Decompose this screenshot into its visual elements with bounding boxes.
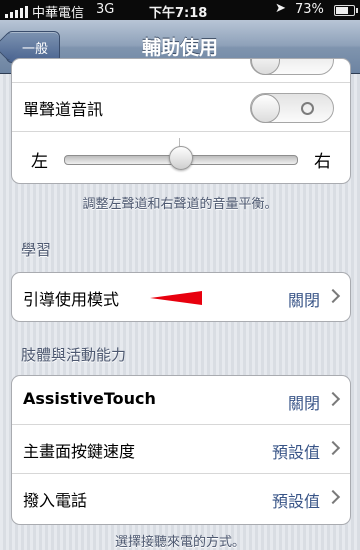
battery-percent: 73% — [295, 2, 324, 17]
red-pointer-annotation — [150, 291, 202, 305]
assistive-touch-row[interactable]: AssistiveTouch 關閉 — [12, 376, 350, 424]
guided-access-label: 引導使用模式 — [23, 290, 120, 309]
toggle-knob — [251, 94, 280, 123]
home-click-speed-label: 主畫面按鍵速度 — [23, 442, 136, 461]
scrolled-offscreen-row — [12, 59, 350, 82]
signal-strength-icon — [5, 6, 28, 18]
guided-access-value: 關閉 — [287, 291, 320, 310]
carrier-name: 中華電信 — [32, 6, 85, 21]
balance-left-label: 左 — [31, 152, 48, 172]
balance-right-label: 右 — [314, 152, 331, 172]
chevron-right-icon — [325, 288, 341, 304]
chevron-right-icon — [325, 489, 341, 505]
network-type: 3G — [96, 2, 115, 17]
physical-motor-group: AssistiveTouch 關閉 主畫面按鍵速度 預設值 撥入電話 預設值 — [11, 375, 351, 525]
chevron-right-icon — [325, 440, 341, 456]
mono-audio-row: 單聲道音訊 — [12, 82, 350, 131]
battery-icon — [334, 5, 358, 16]
assistive-touch-value: 關閉 — [287, 394, 320, 413]
chevron-right-icon — [325, 391, 341, 407]
balance-slider-row: 左 右 — [12, 131, 350, 182]
mono-audio-label: 單聲道音訊 — [23, 100, 104, 119]
incoming-calls-label: 撥入電話 — [23, 491, 88, 510]
mono-audio-toggle[interactable] — [250, 93, 334, 123]
physical-section-header: 肢體與活動能力 — [21, 346, 127, 364]
learning-section-header: 學習 — [21, 241, 52, 259]
assistive-touch-label: AssistiveTouch — [23, 389, 156, 408]
balance-footnote: 調整左聲道和右聲道的音量平衡。 — [82, 197, 278, 212]
audio-settings-group: 單聲道音訊 左 右 — [11, 58, 351, 184]
home-click-speed-row[interactable]: 主畫面按鍵速度 預設值 — [12, 424, 350, 473]
incoming-calls-value: 預設值 — [271, 492, 320, 511]
page-title: 輔助使用 — [141, 37, 218, 59]
incoming-calls-footnote: 選擇接聽來電的方式。 — [114, 535, 245, 550]
status-time: 下午7:18 — [149, 6, 208, 21]
incoming-calls-row[interactable]: 撥入電話 預設值 — [12, 473, 350, 522]
toggle-off-icon — [301, 102, 314, 115]
offscreen-toggle[interactable] — [250, 59, 334, 75]
location-arrow-icon: ➤ — [275, 1, 286, 16]
home-click-speed-value: 預設值 — [271, 443, 320, 462]
status-bar: 中華電信 3G 下午7:18 ➤ 73% — [0, 0, 360, 21]
balance-slider-thumb[interactable] — [169, 146, 193, 170]
